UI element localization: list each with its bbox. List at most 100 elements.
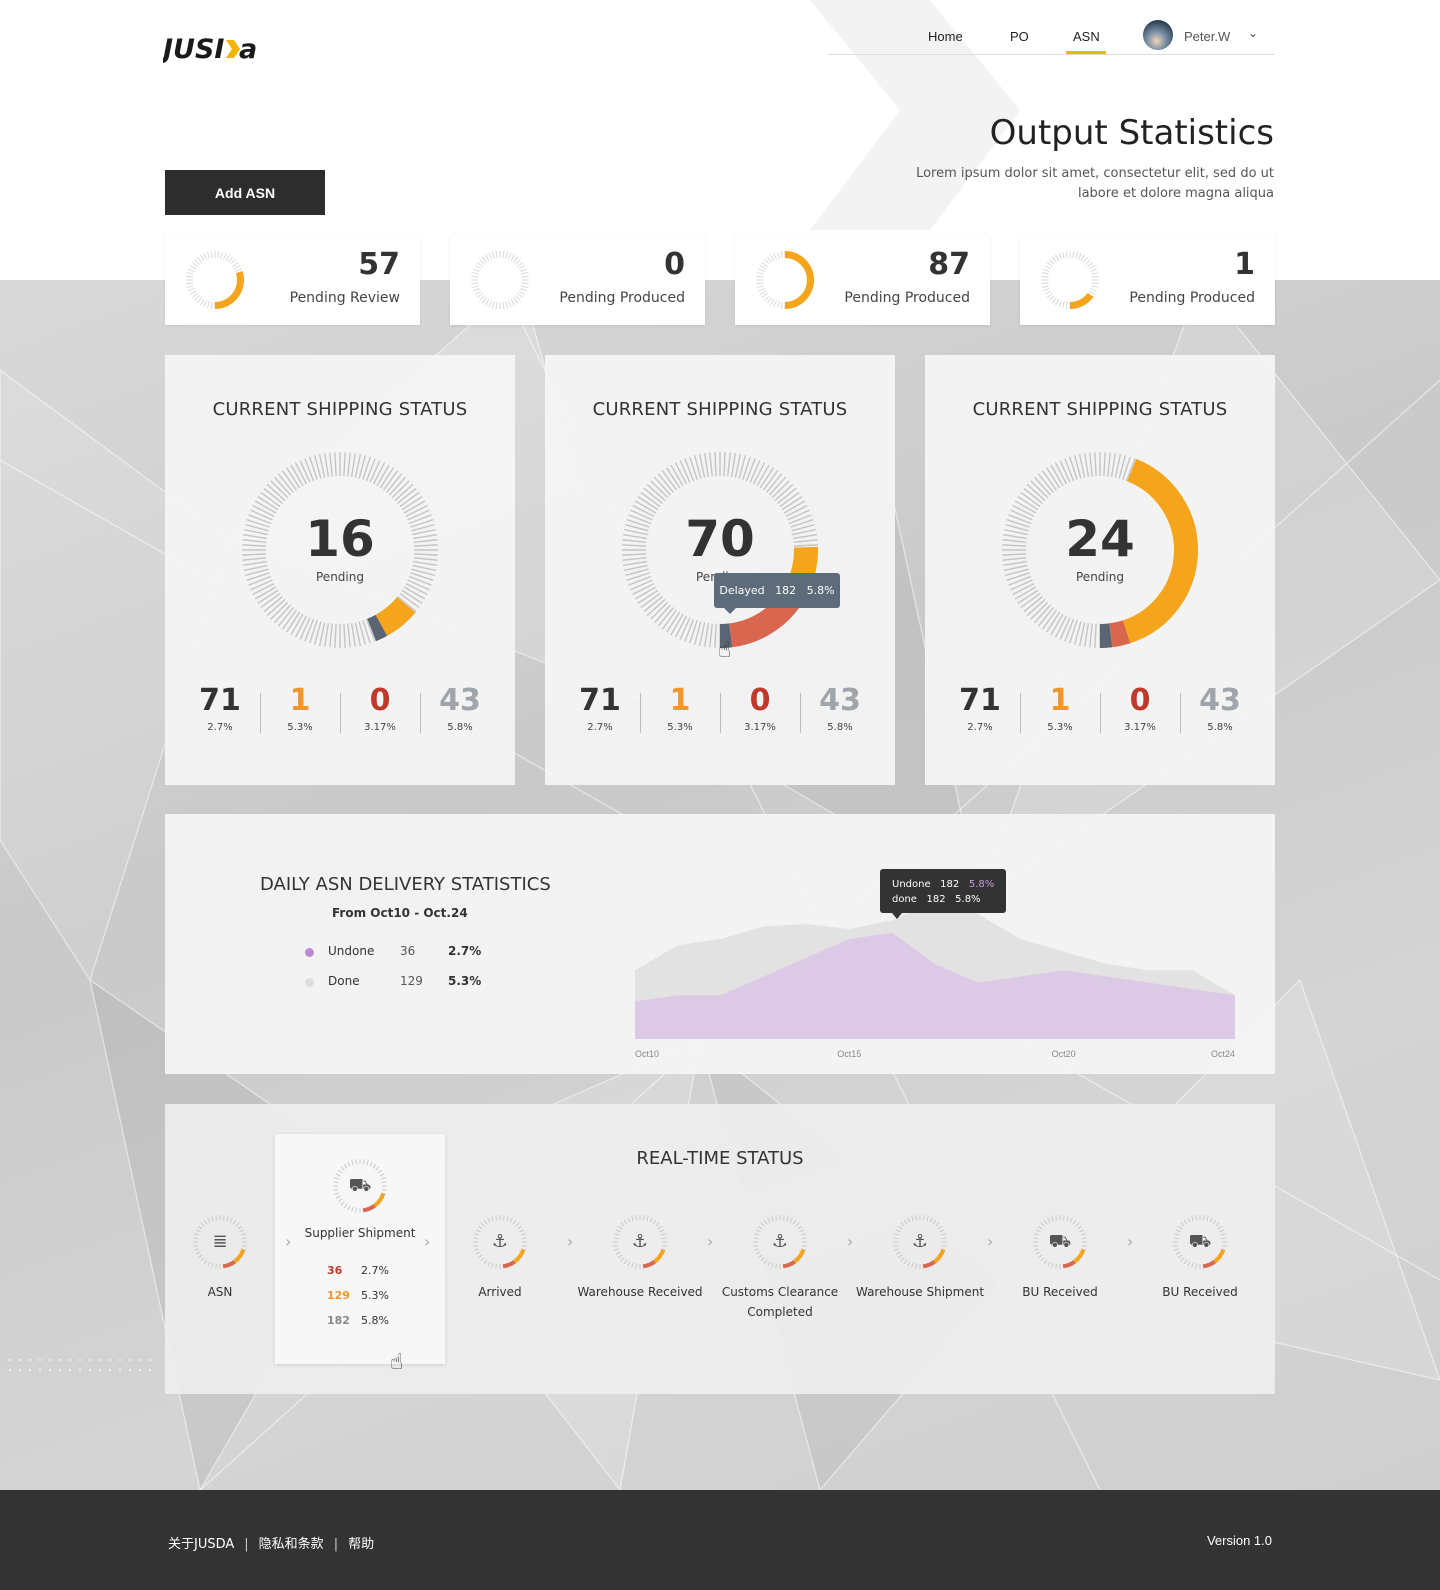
avatar[interactable] <box>1143 20 1173 50</box>
add-asn-button[interactable]: Add ASN <box>165 170 325 215</box>
shipping-stat-pct: 5.3% <box>1047 722 1073 733</box>
shipping-stat-value: 1 <box>1049 683 1071 718</box>
ring-tick <box>520 268 527 273</box>
stat-separator <box>720 693 721 733</box>
rt-ring: ≣ <box>192 1214 248 1270</box>
rt-step-warehouse-received[interactable]: ⚓ Warehouse Received <box>570 1214 710 1302</box>
legend-name: Undone <box>328 944 375 958</box>
shipping-stat-value: 1 <box>289 683 311 718</box>
ring-tick <box>764 295 770 301</box>
donut-segment <box>375 596 416 636</box>
tooltip-undone-count: 182 <box>940 879 960 890</box>
chevron-down-icon[interactable]: ⌄ <box>1248 26 1258 40</box>
shipping-stat: 0 3.17% <box>340 683 420 733</box>
rt-step-bu-received[interactable]: ⛟ BU Received <box>990 1214 1130 1302</box>
realtime-status-panel: REAL-TIME STATUS ≣ ASN ⛟ Supplier Shipme… <box>165 1104 1275 1394</box>
ring-tick <box>709 623 713 648</box>
anchor-icon: ⚓ <box>491 1231 509 1252</box>
date-range: From Oct10 - Oct.24 <box>332 906 468 920</box>
ring-tick <box>1089 623 1093 648</box>
ring-tick <box>207 251 210 259</box>
shipping-stat: 43 5.8% <box>1180 683 1260 733</box>
stat-separator <box>340 693 341 733</box>
ring-tick <box>1107 452 1111 477</box>
shipping-stat: 0 3.17% <box>1100 683 1180 733</box>
ring-tick <box>1110 453 1117 478</box>
ring-tick <box>235 268 242 273</box>
ring-tick <box>471 275 479 278</box>
rt-step-warehouse-shipment[interactable]: ⚓ Warehouse Shipment <box>850 1214 990 1302</box>
ring-tick <box>502 301 505 309</box>
shipping-stat-pct: 3.17% <box>364 722 396 733</box>
rt-step-customs-clearance[interactable]: ⚓ Customs Clearance Completed <box>710 1214 850 1322</box>
footer-link-about[interactable]: 关于JUSDA <box>168 1537 234 1552</box>
ring-tick <box>510 298 515 306</box>
ring-tick <box>756 272 764 275</box>
footer-links: 关于JUSDA | 隐私和条款 | 帮助 <box>168 1533 374 1552</box>
stat-label: Pending Produced <box>844 290 970 306</box>
footer-separator: | <box>333 1537 339 1552</box>
ring-tick <box>217 251 220 259</box>
ring-tick <box>196 297 203 304</box>
ring-tick <box>210 301 213 309</box>
rt-ring: ⚓ <box>472 1214 528 1270</box>
x-tick-label: Oct24 <box>1211 1049 1235 1059</box>
ring-tick <box>304 618 315 642</box>
rt-step-asn[interactable]: ≣ ASN <box>150 1214 290 1302</box>
donut-center-value: 70 <box>685 510 755 568</box>
rt-step-supplier-shipment[interactable]: ⛟ Supplier Shipment 36 2.7% 129 5.3% 182 5.… <box>275 1134 445 1364</box>
tooltip-label: Delayed <box>719 584 765 597</box>
ring-tick <box>485 298 490 306</box>
stat-progress-ring <box>471 251 529 309</box>
ring-tick <box>1049 295 1055 301</box>
shipping-stat-pct: 5.8% <box>827 722 853 733</box>
nav-active-indicator <box>1066 51 1106 54</box>
stat-label: Pending Produced <box>1129 290 1255 306</box>
ring-tick <box>770 298 775 306</box>
nav-home[interactable]: Home <box>928 29 963 44</box>
ring-tick <box>1090 287 1097 292</box>
stat-separator <box>1180 693 1181 733</box>
row-count: 129 <box>327 1289 350 1302</box>
row-count: 182 <box>327 1314 350 1327</box>
stat-label: Pending Produced <box>559 290 685 306</box>
rt-step-label: Warehouse Shipment <box>855 1285 985 1299</box>
nav-po[interactable]: PO <box>1010 29 1029 44</box>
row-count: 36 <box>327 1264 343 1277</box>
ring-tick <box>714 623 717 648</box>
version-label: Version 1.0 <box>1206 1533 1272 1548</box>
user-name[interactable]: Peter.W <box>1184 29 1230 44</box>
ring-tick <box>1054 615 1068 638</box>
ring-tick <box>1075 251 1078 259</box>
rt-step-bu-received-2[interactable]: ⛟ BU Received <box>1130 1214 1270 1302</box>
ring-tick <box>476 261 483 268</box>
x-tick-label: Oct15 <box>837 1049 861 1059</box>
ring-tick <box>1091 282 1099 285</box>
ring-tick <box>521 285 529 288</box>
panel-title: CURRENT SHIPPING STATUS <box>592 399 848 420</box>
ring-tick <box>1059 460 1071 483</box>
footer-link-privacy[interactable]: 隐私和条款 <box>259 1537 324 1552</box>
ring-tick <box>485 254 490 262</box>
ring-tick <box>343 623 346 648</box>
rt-step-label: Arrived <box>478 1285 522 1299</box>
nav-asn[interactable]: ASN <box>1073 29 1100 44</box>
footer-link-help[interactable]: 帮助 <box>348 1537 374 1552</box>
ring-tick <box>230 259 236 265</box>
ring-tick <box>191 261 198 268</box>
donut-segment <box>1099 623 1113 648</box>
ring-tick <box>343 452 346 477</box>
tooltip-pct: 5.8% <box>806 584 835 597</box>
legend-count: 129 <box>400 974 423 988</box>
ring-tick <box>709 452 713 477</box>
ring-tick <box>515 259 521 265</box>
ring-tick <box>203 253 208 260</box>
shipping-stat-pct: 3.17% <box>1124 722 1156 733</box>
ring-tick <box>1087 261 1094 268</box>
rt-step-arrived[interactable]: ⚓ Arrived <box>430 1214 570 1302</box>
ring-tick <box>347 452 351 477</box>
warehouse-shipment-icon: ⚓ <box>911 1231 929 1252</box>
ring-tick <box>186 272 194 275</box>
donut-segment <box>367 614 388 642</box>
rt-ring: ⚓ <box>892 1214 948 1270</box>
